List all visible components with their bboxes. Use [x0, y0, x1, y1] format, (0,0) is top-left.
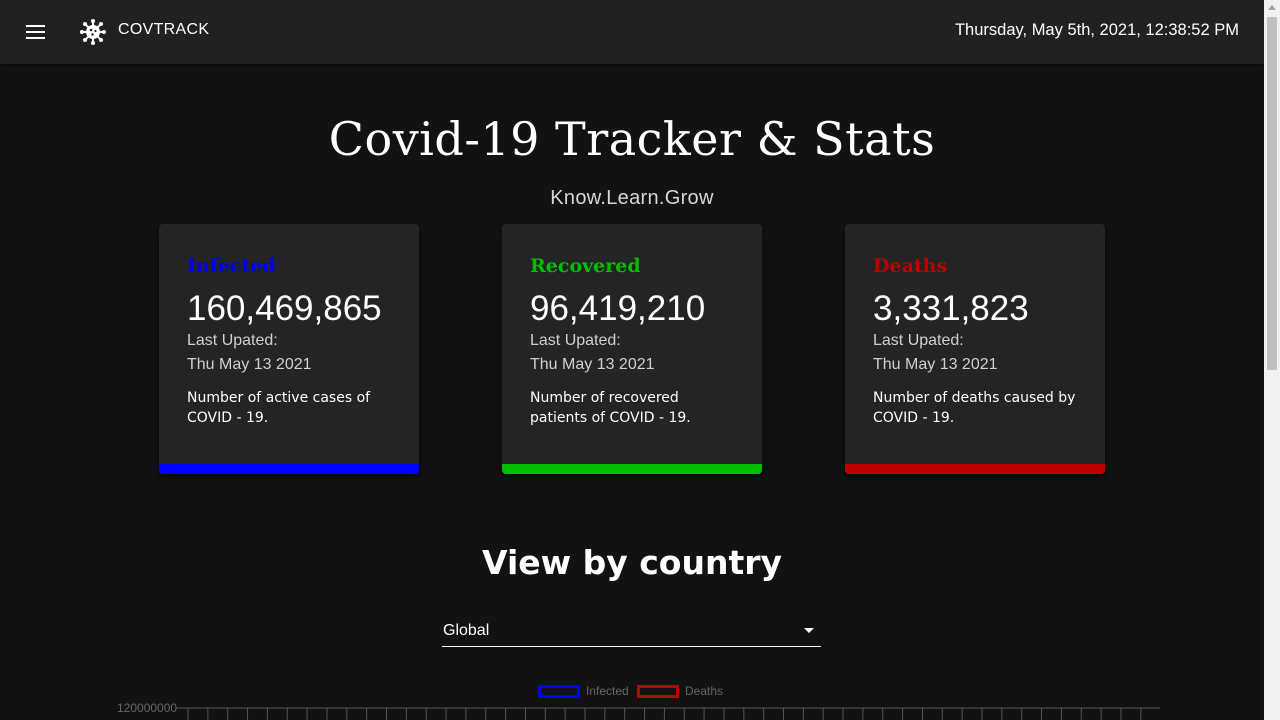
menu-icon-line [26, 31, 45, 33]
card-date: Thu May 13 2021 [873, 356, 998, 373]
page-subtitle: Know.Learn.Grow [550, 187, 714, 209]
menu-icon-line [26, 37, 45, 39]
card-accent-bar [845, 464, 1105, 474]
current-datetime: Thursday, May 5th, 2021, 12:38:52 PM [954, 21, 1239, 39]
chart-grid [176, 707, 1160, 720]
card-accent-bar [502, 464, 762, 474]
page-scrollbar[interactable] [1264, 0, 1280, 720]
caret-down-icon[interactable] [804, 628, 814, 633]
page-title: Covid-19 Tracker & Stats [328, 112, 936, 166]
country-select[interactable]: Global [442, 618, 821, 647]
scroll-thumb[interactable] [1267, 17, 1277, 370]
section-title: View by country [481, 543, 783, 582]
card-description: Number of deaths caused by COVID - 19. [873, 390, 1076, 426]
app-bar: COVTRACK Thursday, May 5th, 2021, 12:38:… [0, 0, 1264, 64]
recovered-card: Recovered 96,419,210 Last Upated: Thu Ma… [502, 224, 762, 474]
country-select-value: Global [443, 622, 490, 639]
card-value: 160,469,865 [187, 289, 382, 328]
card-updated-label: Last Upated: [873, 332, 964, 349]
card-title: Recovered [530, 255, 641, 277]
virus-icon [80, 19, 106, 45]
card-value: 96,419,210 [530, 289, 706, 328]
card-value: 3,331,823 [873, 289, 1029, 328]
menu-icon-line [26, 25, 45, 27]
card-date: Thu May 13 2021 [187, 356, 312, 373]
card-updated-label: Last Upated: [187, 332, 278, 349]
card-updated-label: Last Upated: [530, 332, 621, 349]
card-title: Infected [187, 255, 276, 277]
deaths-card: Deaths 3,331,823 Last Upated: Thu May 13… [845, 224, 1105, 474]
card-date: Thu May 13 2021 [530, 356, 655, 373]
scroll-up-arrow-icon[interactable] [1264, 0, 1280, 16]
card-description: Number of active cases of COVID - 19. [187, 390, 371, 426]
card-accent-bar [159, 464, 419, 474]
infected-card: Infected 160,469,865 Last Upated: Thu Ma… [159, 224, 419, 474]
menu-icon[interactable] [24, 20, 48, 44]
card-description: Number of recovered patients of COVID - … [530, 390, 691, 426]
brand-name[interactable]: COVTRACK [118, 21, 209, 39]
card-title: Deaths [873, 255, 948, 277]
country-chart: Infected Deaths 120000000 [0, 676, 1264, 720]
